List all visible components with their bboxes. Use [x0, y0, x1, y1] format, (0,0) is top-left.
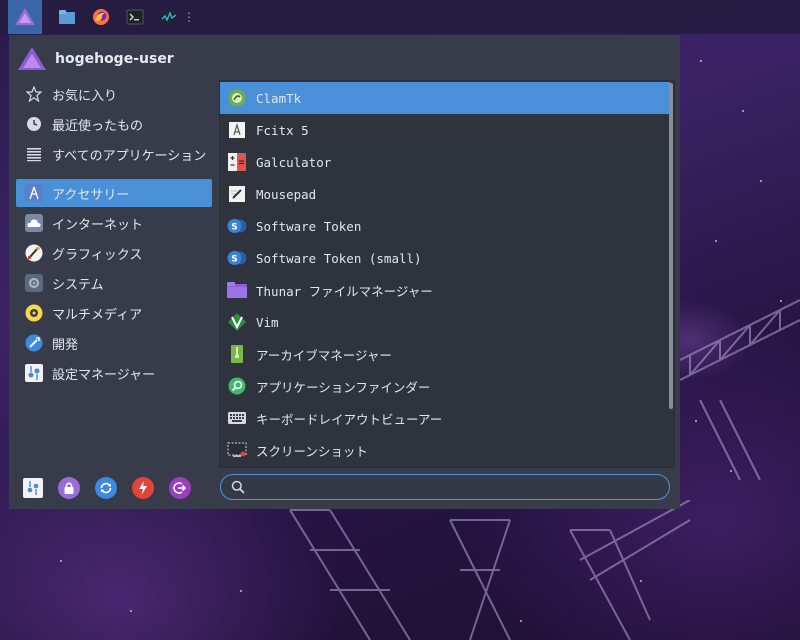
system-monitor-launcher[interactable]: [158, 0, 180, 34]
lightning-icon: [139, 481, 147, 495]
firefox-icon: [93, 9, 109, 25]
app-item-clamtk[interactable]: ClamTk: [220, 82, 670, 114]
category-divider: [16, 169, 212, 170]
logout-button[interactable]: [169, 477, 191, 499]
clamtk-icon: [227, 88, 247, 108]
fcitx-icon: [227, 120, 247, 140]
star-icon: [24, 84, 44, 104]
lock-icon: [64, 482, 74, 494]
power-button[interactable]: [132, 477, 154, 499]
list-icon: [24, 144, 44, 164]
application-list-scrollbar[interactable]: [669, 83, 673, 409]
archive-icon: [227, 344, 247, 364]
screenshot-icon: [227, 440, 247, 460]
user-header: hogehoge-user: [17, 43, 174, 75]
app-item-galculator[interactable]: Galculator: [220, 146, 670, 178]
category-all-applications[interactable]: すべてのアプリケーション: [16, 140, 212, 168]
clock-icon: [24, 114, 44, 134]
switch-user-button[interactable]: [95, 477, 117, 499]
top-panel: ⋮: [0, 0, 800, 34]
category-graphics[interactable]: グラフィックス: [16, 239, 212, 267]
accessories-icon: [24, 183, 44, 203]
graphics-icon: [24, 243, 44, 263]
app-item-software-token[interactable]: S Software Token: [220, 210, 670, 242]
logout-icon: [173, 482, 187, 494]
distro-logo-icon: [15, 8, 35, 25]
text-editor-icon: [227, 184, 247, 204]
system-gear-icon: [24, 273, 44, 293]
app-item-fcitx5[interactable]: Fcitx 5: [220, 114, 670, 146]
terminal-icon: [126, 9, 144, 25]
software-token-small-icon: S: [227, 248, 247, 268]
settings-manager-button[interactable]: [23, 478, 43, 498]
settings-manager-icon: [24, 363, 44, 383]
app-item-keyboard-layout-viewer[interactable]: キーボードレイアウトビューアー: [220, 402, 670, 434]
category-multimedia[interactable]: マルチメディア: [16, 299, 212, 327]
search-icon: [231, 480, 245, 494]
category-development[interactable]: 開発: [16, 329, 212, 357]
category-accessories[interactable]: アクセサリー: [16, 179, 212, 207]
category-recent[interactable]: 最近使ったもの: [16, 110, 212, 138]
app-item-thunar[interactable]: Thunar ファイルマネージャー: [220, 274, 670, 306]
app-item-app-finder[interactable]: アプリケーションファインダー: [220, 370, 670, 402]
category-system[interactable]: システム: [16, 269, 212, 297]
keyboard-icon: [227, 408, 247, 428]
app-item-screenshot[interactable]: スクリーンショット: [220, 434, 670, 466]
cloud-icon: [24, 213, 44, 233]
category-internet[interactable]: インターネット: [16, 209, 212, 237]
app-item-archive-manager[interactable]: アーカイブマネージャー: [220, 338, 670, 370]
application-list: ClamTk Fcitx 5 Galculator Mousepad S Sof…: [219, 80, 675, 468]
app-item-vim[interactable]: Vim: [220, 306, 670, 338]
whisker-menu-button[interactable]: [8, 0, 42, 34]
svg-text:S: S: [231, 255, 237, 265]
application-menu: hogehoge-user お気に入り 最近使ったもの すべてのアプリケーション…: [9, 35, 680, 509]
search-box[interactable]: [220, 474, 670, 500]
category-favorites[interactable]: お気に入り: [16, 80, 212, 108]
app-finder-icon: [227, 376, 247, 396]
vim-icon: [227, 312, 247, 332]
development-icon: [24, 333, 44, 353]
calculator-icon: [227, 152, 247, 172]
file-manager-launcher[interactable]: [56, 0, 78, 34]
category-settings-manager[interactable]: 設定マネージャー: [16, 359, 212, 387]
user-name: hogehoge-user: [55, 51, 174, 67]
folder-icon: [227, 280, 247, 300]
settings-manager-icon: [27, 481, 39, 495]
svg-text:S: S: [231, 223, 237, 233]
system-monitor-icon: [161, 11, 177, 23]
panel-more-handle[interactable]: ⋮: [183, 0, 195, 34]
firefox-launcher[interactable]: [90, 0, 112, 34]
multimedia-icon: [24, 303, 44, 323]
folder-icon: [59, 10, 75, 24]
app-item-mousepad[interactable]: Mousepad: [220, 178, 670, 210]
search-input[interactable]: [251, 479, 669, 495]
lock-screen-button[interactable]: [58, 477, 80, 499]
user-avatar-icon: [18, 47, 46, 70]
switch-user-icon: [100, 482, 112, 494]
software-token-icon: S: [227, 216, 247, 236]
action-buttons: [23, 475, 206, 501]
terminal-launcher[interactable]: [124, 0, 146, 34]
app-item-software-token-small[interactable]: S Software Token (small): [220, 242, 670, 274]
